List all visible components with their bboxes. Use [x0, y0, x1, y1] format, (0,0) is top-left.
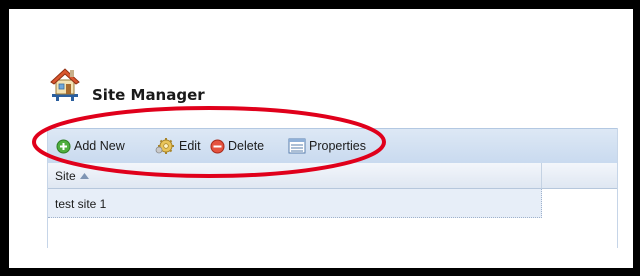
properties-list-icon [288, 138, 306, 154]
grid-toolbar: Add New Edit Delete Properties [48, 128, 617, 164]
plus-circle-icon [56, 139, 71, 153]
house-icon [50, 68, 80, 101]
page-title: Site Manager [92, 86, 205, 104]
table-row[interactable]: test site 1 [48, 189, 542, 218]
delete-label: Delete [228, 139, 265, 153]
properties-label: Properties [309, 139, 366, 153]
cell-site: test site 1 [55, 197, 107, 211]
column-header-filler [542, 163, 617, 189]
gear-icon [155, 138, 174, 154]
properties-button[interactable]: Properties [288, 137, 366, 155]
add-new-button[interactable]: Add New [56, 137, 125, 155]
edit-button[interactable]: Edit [154, 137, 201, 155]
page-header: Site Manager [46, 64, 306, 104]
delete-button[interactable]: Delete [210, 137, 264, 155]
column-header-label: Site [55, 169, 76, 183]
edit-label: Edit [179, 139, 201, 153]
window-frame: Site Manager Add New Edit Delete Propert… [8, 8, 634, 269]
sort-up-icon [79, 173, 89, 179]
site-grid: Add New Edit Delete Properties Site test… [47, 128, 618, 248]
column-header-site[interactable]: Site [48, 163, 542, 189]
minus-circle-icon [210, 139, 225, 153]
add-new-label: Add New [74, 139, 125, 153]
